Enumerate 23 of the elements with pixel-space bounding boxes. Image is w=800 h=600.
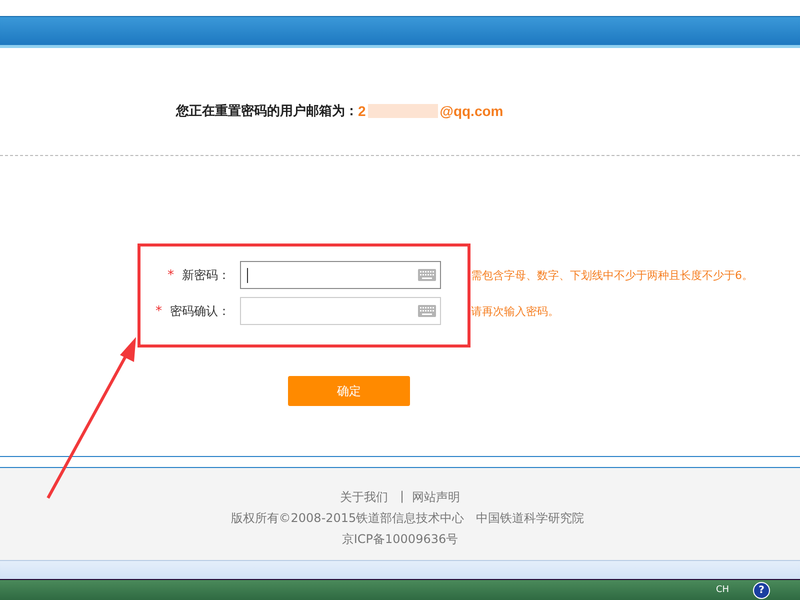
field-label: 密码确认：	[170, 304, 230, 318]
field-hint: 需包含字母、数字、下划线中不少于两种且长度不少于6。	[471, 268, 753, 282]
keyboard-icon[interactable]	[418, 269, 436, 281]
icp-text: 京ICP备10009636号	[342, 531, 458, 548]
notice-text: 您正在重置密码的用户邮箱为：	[176, 102, 358, 120]
email-text: @qq.com	[440, 103, 504, 119]
password-field[interactable]	[240, 297, 441, 325]
help-button[interactable]: ?	[753, 582, 770, 598]
confirm-button[interactable]: 确定	[288, 376, 410, 406]
keyboard-icon[interactable]	[418, 305, 436, 317]
field-label: 新密码：	[182, 268, 230, 282]
field-hint: 请再次输入密码。	[471, 304, 559, 318]
copyright-text: 版权所有©2008-2015铁道部信息技术中心	[230, 510, 464, 527]
password-field[interactable]	[240, 261, 441, 289]
separator: |	[400, 489, 404, 505]
email-text: 2	[358, 103, 366, 119]
language-indicator[interactable]: CH	[716, 585, 729, 595]
institute-text: 中国铁道科学研究院	[476, 510, 584, 527]
required-mark: *	[168, 268, 174, 282]
required-mark: *	[156, 304, 162, 318]
blurred-region	[368, 104, 438, 118]
footer-link[interactable]: 关于我们	[340, 489, 388, 506]
footer-link[interactable]: 网站声明	[412, 489, 460, 506]
